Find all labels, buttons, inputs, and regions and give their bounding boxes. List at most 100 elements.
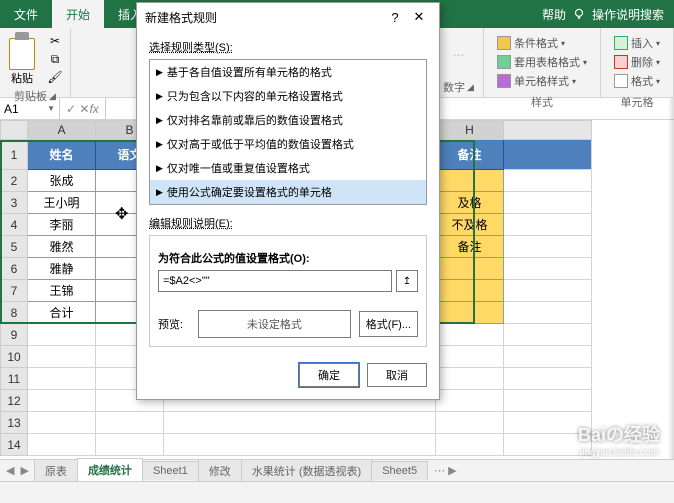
scissors-icon: ✂	[50, 34, 60, 48]
row-header[interactable]: 2	[0, 170, 28, 192]
nav-next-icon[interactable]: ▶	[20, 464, 28, 477]
cell[interactable]: 李丽	[28, 214, 96, 236]
sheet-tab-bar: ◀▶ 原表 成绩统计 Sheet1 修改 水果统计 (数据透视表) Sheet5…	[0, 459, 674, 481]
cell[interactable]: 姓名	[28, 140, 96, 170]
range-picker-button[interactable]: ↥	[396, 270, 418, 292]
rule-type-list[interactable]: ▶基于各自值设置所有单元格的格式 ▶只为包含以下内容的单元格设置格式 ▶仅对排名…	[149, 59, 427, 205]
cut-button[interactable]: ✂	[46, 33, 64, 49]
row-header[interactable]: 12	[0, 390, 28, 412]
watermark: Baiの经验 jingyan.baidu.com	[578, 421, 660, 457]
ribbon-group-styles: 条件格式▾ 套用表格格式▾ 单元格样式▾ 样式	[484, 28, 601, 97]
row-header[interactable]: 11	[0, 368, 28, 390]
scroll-more-icon[interactable]: ⋯ ▶	[428, 464, 463, 477]
cell-styles-button[interactable]: 单元格样式▾	[494, 72, 590, 90]
ribbon-group-cells: 插入▾ 删除▾ 格式▾ 单元格	[601, 28, 674, 97]
preview-box: 未设定格式	[198, 310, 351, 338]
cell[interactable]	[436, 302, 504, 324]
preview-label: 预览:	[158, 316, 190, 332]
cell[interactable]: 不及格	[436, 214, 504, 236]
row-header[interactable]: 13	[0, 412, 28, 434]
tab-home[interactable]: 开始	[52, 0, 104, 28]
name-box-value: A1	[4, 102, 19, 116]
mouse-cursor	[115, 204, 133, 222]
number-group-label: 数字	[443, 79, 465, 95]
row-header[interactable]: 4	[0, 214, 28, 236]
row-headers: 1 2 3 4 5 6 7 8 9 10 11 12 13 14	[0, 140, 28, 456]
chevron-down-icon[interactable]: ▼	[47, 104, 55, 113]
formula-input[interactable]	[158, 270, 392, 292]
row-header[interactable]: 7	[0, 280, 28, 302]
collapse-icon: ↥	[403, 276, 411, 287]
cancel-button[interactable]: 取消	[367, 363, 427, 387]
edit-rule-desc-label: 编辑规则说明(E):	[149, 215, 427, 231]
paste-button[interactable]: 粘贴	[6, 32, 38, 86]
sheet-tab[interactable]: 原表	[34, 459, 78, 482]
sheet-tab-active[interactable]: 成绩统计	[77, 458, 143, 483]
cell[interactable]: 及格	[436, 192, 504, 214]
tab-file[interactable]: 文件	[0, 0, 52, 28]
sheet-tab[interactable]: Sheet1	[142, 461, 199, 480]
row-header[interactable]: 5	[0, 236, 28, 258]
cells-group-label: 单元格	[620, 94, 653, 110]
cell-styles-icon	[497, 74, 511, 88]
sheet-nav[interactable]: ◀▶	[0, 464, 35, 477]
dialog-titlebar[interactable]: 新建格式规则 ? ✕	[137, 3, 439, 31]
delete-icon	[614, 55, 628, 69]
ok-button[interactable]: 确定	[299, 363, 359, 387]
format-cells-button[interactable]: 格式▾	[611, 72, 663, 90]
row-header[interactable]: 6	[0, 258, 28, 280]
fx-button[interactable]: ✓ ✕ fx	[60, 98, 106, 119]
col-header-a[interactable]: A	[28, 120, 96, 140]
copy-icon: ⧉	[51, 52, 60, 67]
status-bar	[0, 481, 674, 503]
tab-help[interactable]: 帮助	[542, 6, 566, 23]
close-button[interactable]: ✕	[407, 9, 431, 25]
cell[interactable]	[436, 280, 504, 302]
row-header[interactable]: 8	[0, 302, 28, 324]
tell-me-search[interactable]: 操作说明搜索	[592, 6, 664, 23]
styles-group-label: 样式	[531, 94, 553, 110]
sheet-tab[interactable]: 水果统计 (数据透视表)	[241, 459, 372, 482]
name-box[interactable]: A1 ▼	[0, 98, 60, 119]
row-header[interactable]: 10	[0, 346, 28, 368]
format-painter-button[interactable]: 🖌	[46, 69, 64, 85]
insert-icon	[614, 36, 628, 50]
row-header[interactable]: 3	[0, 192, 28, 214]
row-header[interactable]: 14	[0, 434, 28, 456]
cell[interactable]	[436, 170, 504, 192]
col-header-h[interactable]: H	[436, 120, 504, 140]
format-button[interactable]: 格式(F)...	[359, 311, 418, 337]
rule-option[interactable]: ▶仅对排名靠前或靠后的数值设置格式	[150, 108, 426, 132]
row-header[interactable]: 9	[0, 324, 28, 346]
copy-button[interactable]: ⧉	[46, 51, 64, 67]
cell[interactable]: 备注	[436, 236, 504, 258]
select-all-corner[interactable]	[0, 120, 28, 140]
format-icon	[614, 74, 628, 88]
rule-option[interactable]: ▶基于各自值设置所有单元格的格式	[150, 60, 426, 84]
conditional-format-button[interactable]: 条件格式▾	[494, 34, 590, 52]
cell[interactable]: 合计	[28, 302, 96, 324]
nav-prev-icon[interactable]: ◀	[6, 464, 14, 477]
cell[interactable]: 雅静	[28, 258, 96, 280]
cond-format-icon	[497, 36, 511, 50]
help-button[interactable]: ?	[383, 10, 407, 25]
row-header[interactable]: 1	[0, 140, 28, 170]
brush-icon: 🖌	[47, 70, 62, 84]
cell[interactable]	[436, 258, 504, 280]
rule-option[interactable]: ▶只为包含以下内容的单元格设置格式	[150, 84, 426, 108]
select-rule-type-label: 选择规则类型(S):	[149, 39, 427, 55]
rule-option[interactable]: ▶仅对唯一值或重复值设置格式	[150, 156, 426, 180]
table-format-button[interactable]: 套用表格格式▾	[494, 53, 590, 71]
cell[interactable]: 张成	[28, 170, 96, 192]
cell[interactable]: 雅然	[28, 236, 96, 258]
ribbon-group-number: ⋯ 数字◢	[434, 28, 484, 97]
insert-cells-button[interactable]: 插入▾	[611, 34, 663, 52]
cell[interactable]: 备注	[436, 140, 504, 170]
rule-option-selected[interactable]: ▶使用公式确定要设置格式的单元格	[150, 180, 426, 204]
cell[interactable]: 王小明	[28, 192, 96, 214]
sheet-tab[interactable]: Sheet5	[371, 461, 428, 480]
sheet-tab[interactable]: 修改	[198, 459, 242, 482]
cell[interactable]: 王锦	[28, 280, 96, 302]
rule-option[interactable]: ▶仅对高于或低于平均值的数值设置格式	[150, 132, 426, 156]
delete-cells-button[interactable]: 删除▾	[611, 53, 663, 71]
